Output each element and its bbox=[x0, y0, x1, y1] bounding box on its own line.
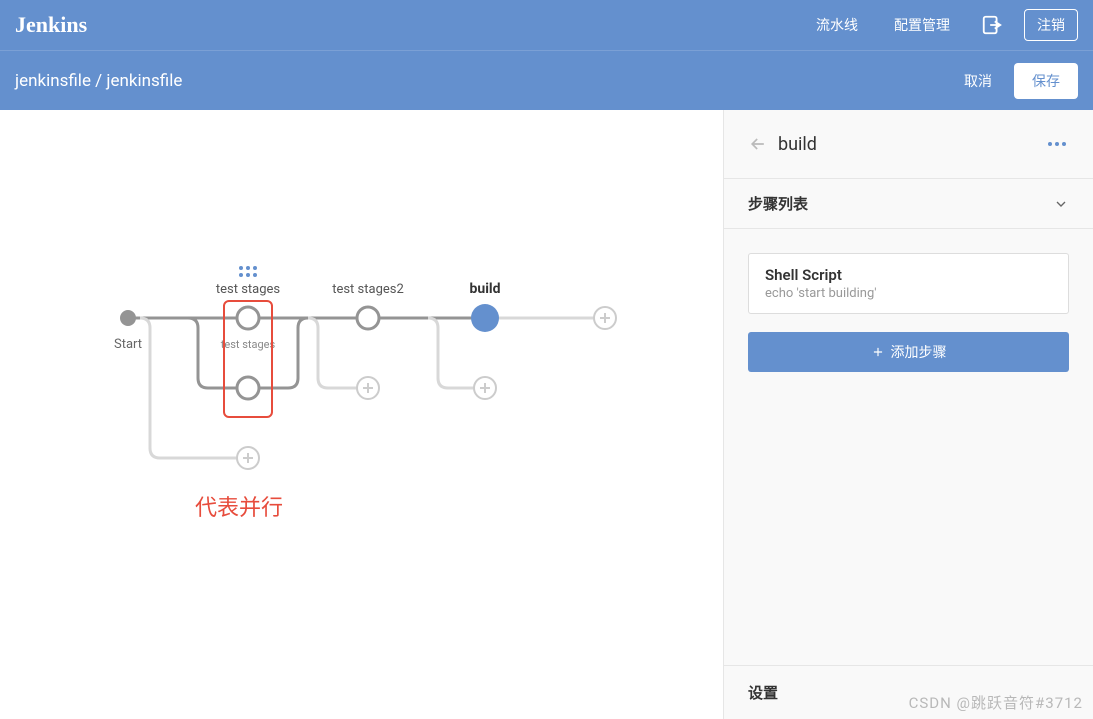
plus-icon bbox=[871, 345, 885, 359]
step-card[interactable]: Shell Script echo 'start building' bbox=[748, 253, 1069, 314]
add-parallel-build[interactable] bbox=[474, 377, 496, 399]
stage-label-test-stages2: test stages2 bbox=[332, 282, 404, 297]
annotation-box bbox=[223, 300, 273, 418]
annotation-text: 代表并行 bbox=[195, 490, 283, 522]
sidebar-header: build bbox=[724, 110, 1093, 178]
pipeline-graph: Start test stages test stages test stage… bbox=[0, 110, 723, 610]
drag-handle-icon[interactable] bbox=[239, 266, 257, 277]
logout-button[interactable]: 注销 bbox=[1024, 9, 1078, 41]
stage-node-test-stages2[interactable] bbox=[357, 307, 379, 329]
add-parallel-test-stages[interactable] bbox=[237, 447, 259, 469]
add-parallel-test-stages2[interactable] bbox=[357, 377, 379, 399]
breadcrumb: jenkinsfile / jenkinsfile bbox=[15, 71, 182, 91]
add-step-button[interactable]: 添加步骤 bbox=[748, 332, 1069, 372]
back-arrow-icon[interactable] bbox=[748, 134, 768, 154]
stage-label-build: build bbox=[469, 281, 500, 297]
save-button[interactable]: 保存 bbox=[1014, 63, 1078, 99]
top-header: Jenkins 流水线 配置管理 注销 bbox=[0, 0, 1093, 50]
exit-icon[interactable] bbox=[974, 7, 1010, 43]
settings-section[interactable]: 设置 bbox=[724, 665, 1093, 719]
start-label: Start bbox=[114, 337, 142, 352]
step-description: echo 'start building' bbox=[765, 286, 1052, 301]
steps-section-title: 步骤列表 bbox=[748, 193, 1053, 214]
sidebar-panel: build 步骤列表 Shell Script echo 'start buil… bbox=[723, 110, 1093, 719]
jenkins-logo: Jenkins bbox=[15, 12, 87, 38]
start-node[interactable] bbox=[120, 310, 136, 326]
stage-label-test-stages: test stages bbox=[216, 282, 281, 297]
steps-section-header[interactable]: 步骤列表 bbox=[724, 178, 1093, 229]
add-stage-button[interactable] bbox=[594, 307, 616, 329]
more-icon[interactable] bbox=[1045, 132, 1069, 156]
nav-pipeline[interactable]: 流水线 bbox=[798, 15, 876, 35]
cancel-button[interactable]: 取消 bbox=[950, 63, 1006, 99]
sidebar-title: build bbox=[778, 134, 1045, 155]
step-title: Shell Script bbox=[765, 266, 1052, 284]
sub-header: jenkinsfile / jenkinsfile 取消 保存 bbox=[0, 50, 1093, 110]
spacer bbox=[724, 396, 1093, 665]
nav-config[interactable]: 配置管理 bbox=[876, 15, 968, 35]
stage-node-build[interactable] bbox=[471, 304, 499, 332]
add-step-label: 添加步骤 bbox=[891, 342, 947, 362]
chevron-down-icon bbox=[1053, 196, 1069, 212]
pipeline-canvas[interactable]: Start test stages test stages test stage… bbox=[0, 110, 723, 719]
main-area: Start test stages test stages test stage… bbox=[0, 110, 1093, 719]
steps-section-body: Shell Script echo 'start building' 添加步骤 bbox=[724, 229, 1093, 396]
